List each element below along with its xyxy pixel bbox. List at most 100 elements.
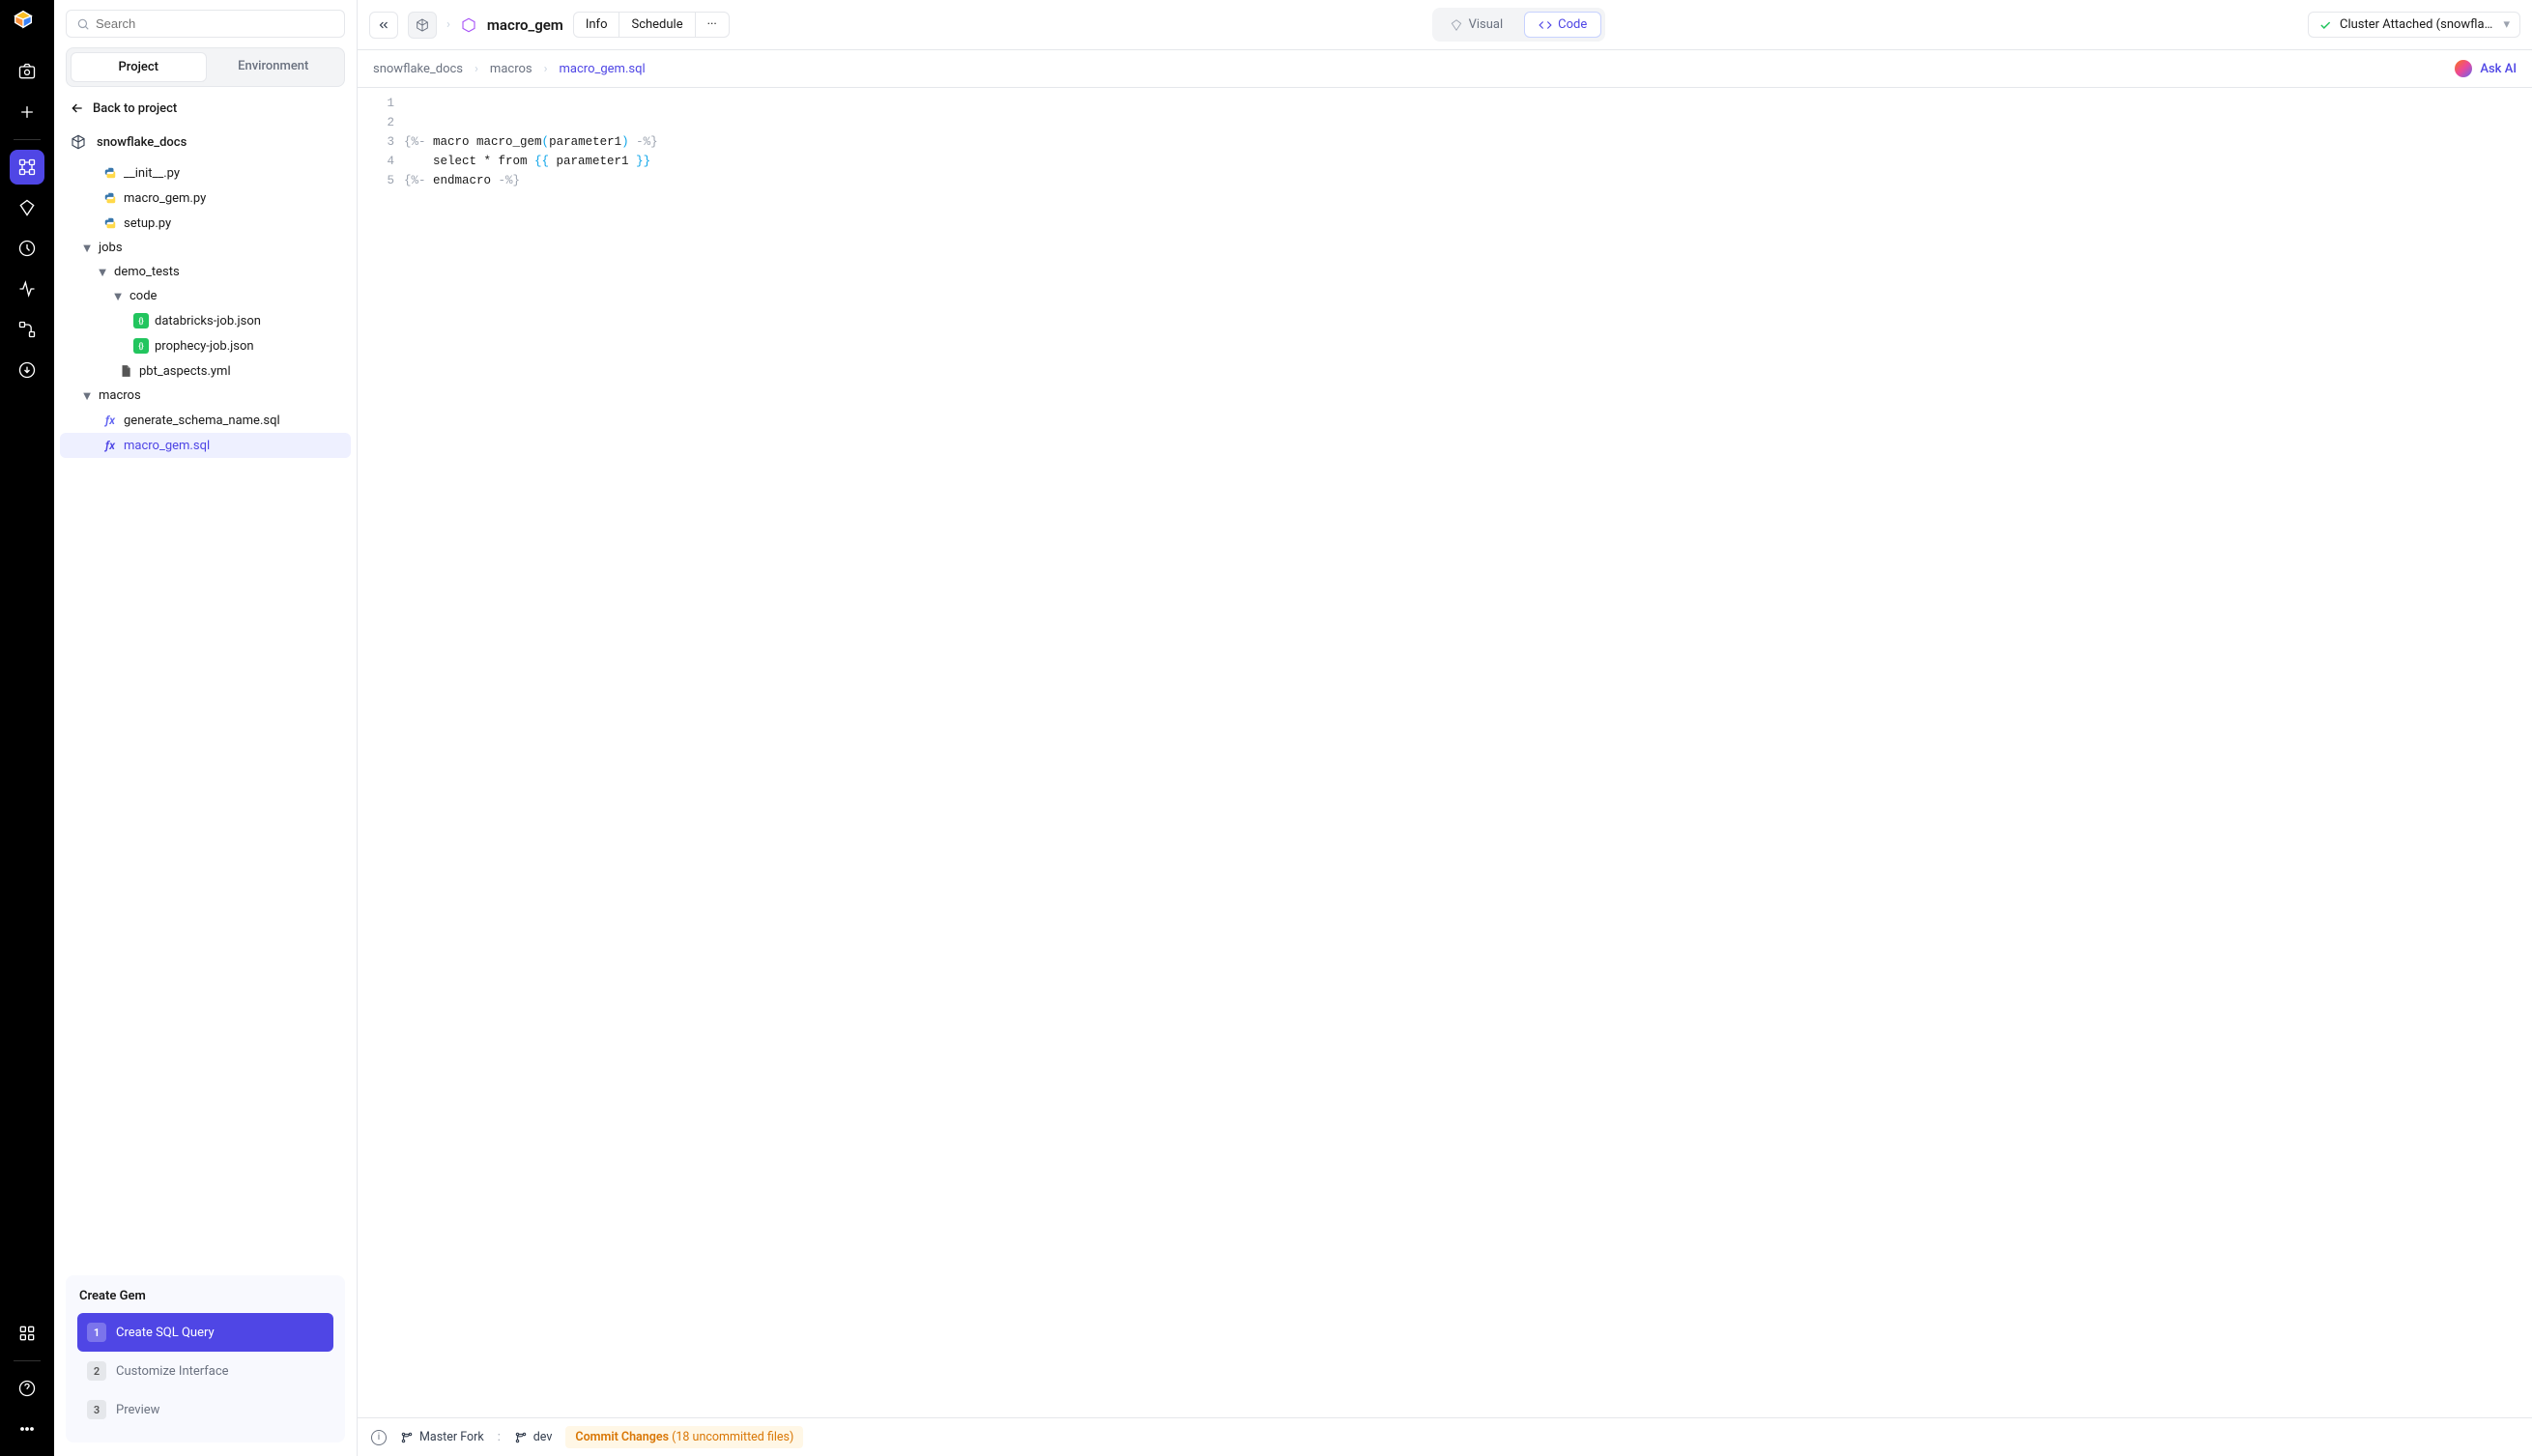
commit-detail: (18 uncommitted files) bbox=[672, 1430, 793, 1444]
ask-ai-button[interactable]: Ask AI bbox=[2455, 60, 2517, 77]
app-logo[interactable] bbox=[14, 10, 41, 37]
file-macro-gem-py[interactable]: macro_gem.py bbox=[60, 186, 351, 211]
cluster-dropdown[interactable]: Cluster Attached (snowflake_... ▾ bbox=[2308, 12, 2520, 38]
folder-demo-tests[interactable]: ▼ demo_tests bbox=[60, 260, 351, 284]
collapse-sidebar-button[interactable] bbox=[369, 12, 398, 39]
step-number: 1 bbox=[87, 1323, 106, 1342]
code-editor[interactable]: 1 2 3 4 5 {%- macro macro_gem(parameter1… bbox=[358, 88, 2532, 1417]
code-content[interactable]: {%- macro macro_gem(parameter1) -%} sele… bbox=[404, 88, 658, 1417]
branch-colon: : bbox=[498, 1430, 501, 1444]
entity-cube-icon[interactable] bbox=[408, 12, 437, 39]
folder-label: code bbox=[129, 289, 157, 303]
file-databricks-json[interactable]: {} databricks-job.json bbox=[60, 308, 351, 333]
folder-label: macros bbox=[99, 388, 141, 403]
file-label: generate_schema_name.sql bbox=[124, 414, 280, 428]
json-icon: {} bbox=[133, 313, 149, 328]
ai-orb-icon bbox=[2455, 60, 2472, 77]
rail-capture-icon[interactable] bbox=[10, 54, 44, 89]
chevron-down-icon: ▼ bbox=[97, 267, 108, 278]
toggle-label: Visual bbox=[1469, 17, 1504, 32]
ask-ai-label: Ask AI bbox=[2480, 62, 2517, 76]
tab-environment[interactable]: Environment bbox=[207, 52, 341, 82]
file-label: prophecy-job.json bbox=[155, 339, 254, 354]
chevron-down-icon: ▼ bbox=[112, 291, 124, 302]
python-icon bbox=[102, 215, 118, 231]
step-label: Preview bbox=[116, 1403, 159, 1417]
arrow-left-icon bbox=[70, 100, 85, 116]
back-label: Back to project bbox=[93, 101, 177, 116]
branch-dev[interactable]: dev bbox=[514, 1430, 553, 1444]
breadcrumb-file[interactable]: macro_gem.sql bbox=[560, 62, 646, 76]
folder-label: demo_tests bbox=[114, 265, 180, 279]
folder-macros[interactable]: ▼ macros bbox=[60, 384, 351, 408]
python-icon bbox=[102, 165, 118, 181]
rail-more-icon[interactable] bbox=[10, 1412, 44, 1446]
gem-panel-title: Create Gem bbox=[77, 1289, 333, 1303]
gem-step-3[interactable]: 3 Preview bbox=[77, 1390, 333, 1429]
cluster-label: Cluster Attached (snowflake_... bbox=[2340, 17, 2495, 32]
tab-more[interactable]: ··· bbox=[696, 13, 729, 37]
rail-pipelines-icon[interactable] bbox=[10, 150, 44, 185]
file-prophecy-json[interactable]: {} prophecy-job.json bbox=[60, 333, 351, 358]
step-number: 2 bbox=[87, 1361, 106, 1381]
folder-jobs[interactable]: ▼ jobs bbox=[60, 236, 351, 260]
file-macro-gem-sql[interactable]: ƒx macro_gem.sql bbox=[60, 433, 351, 458]
fx-icon: ƒx bbox=[102, 438, 118, 453]
view-visual[interactable]: Visual bbox=[1436, 12, 1517, 38]
file-setup-py[interactable]: setup.py bbox=[60, 211, 351, 236]
file-label: __init__.py bbox=[124, 166, 180, 181]
create-gem-panel: Create Gem 1 Create SQL Query 2 Customiz… bbox=[66, 1275, 345, 1442]
file-generate-schema[interactable]: ƒx generate_schema_name.sql bbox=[60, 408, 351, 433]
commit-label: Commit Changes bbox=[575, 1430, 669, 1444]
file-init-py[interactable]: __init__.py bbox=[60, 160, 351, 186]
search-icon bbox=[76, 17, 90, 31]
file-pbt-aspects[interactable]: pbt_aspects.yml bbox=[60, 358, 351, 384]
code-icon bbox=[1539, 18, 1552, 32]
gem-step-1[interactable]: 1 Create SQL Query bbox=[77, 1313, 333, 1352]
folder-code[interactable]: ▼ code bbox=[60, 284, 351, 308]
breadcrumb-root[interactable]: snowflake_docs bbox=[373, 62, 463, 76]
gem-step-2[interactable]: 2 Customize Interface bbox=[77, 1352, 333, 1390]
tab-info[interactable]: Info bbox=[574, 13, 620, 37]
view-toggle: Visual Code bbox=[1432, 8, 1606, 42]
tab-project[interactable]: Project bbox=[71, 52, 207, 82]
rail-history-icon[interactable] bbox=[10, 231, 44, 266]
rail-activity-icon[interactable] bbox=[10, 271, 44, 306]
chevron-right-icon: › bbox=[475, 62, 478, 76]
step-label: Customize Interface bbox=[116, 1364, 229, 1379]
folder-label: jobs bbox=[99, 241, 123, 255]
breadcrumb-macros[interactable]: macros bbox=[490, 62, 532, 76]
sidebar-tabs: Project Environment bbox=[66, 47, 345, 87]
file-label: macro_gem.sql bbox=[124, 439, 210, 453]
rail-add-icon[interactable] bbox=[10, 95, 44, 129]
chevron-down-icon: ▾ bbox=[2503, 17, 2510, 32]
view-code[interactable]: Code bbox=[1524, 12, 1601, 38]
branch-label: Master Fork bbox=[419, 1430, 484, 1444]
entity-tabs: Info Schedule ··· bbox=[573, 12, 730, 38]
rail-help-icon[interactable] bbox=[10, 1371, 44, 1406]
branch-label: dev bbox=[533, 1430, 553, 1444]
step-label: Create SQL Query bbox=[116, 1326, 215, 1340]
project-root[interactable]: snowflake_docs bbox=[54, 126, 357, 160]
rail-gem-icon[interactable] bbox=[10, 190, 44, 225]
entity-name: macro_gem bbox=[487, 16, 563, 34]
commit-changes-button[interactable]: Commit Changes (18 uncommitted files) bbox=[565, 1426, 803, 1448]
file-icon bbox=[118, 363, 133, 379]
branch-master[interactable]: Master Fork bbox=[400, 1430, 484, 1444]
info-icon[interactable]: i bbox=[371, 1430, 387, 1445]
search-input[interactable] bbox=[96, 16, 334, 31]
tab-schedule[interactable]: Schedule bbox=[619, 13, 695, 37]
file-label: databricks-job.json bbox=[155, 314, 261, 328]
search-input-wrapper[interactable] bbox=[66, 10, 345, 38]
rail-apps-icon[interactable] bbox=[10, 1316, 44, 1351]
gem-outline-icon bbox=[1450, 18, 1463, 32]
chevron-right-icon: › bbox=[446, 17, 450, 32]
rail-download-icon[interactable] bbox=[10, 353, 44, 387]
toggle-label: Code bbox=[1558, 17, 1587, 32]
chevron-down-icon: ▼ bbox=[81, 243, 93, 254]
rail-lineage-icon[interactable] bbox=[10, 312, 44, 347]
chevron-right-icon: › bbox=[544, 62, 548, 76]
check-icon bbox=[2318, 18, 2332, 32]
back-to-project[interactable]: Back to project bbox=[54, 87, 357, 126]
cube-icon bbox=[70, 133, 87, 151]
